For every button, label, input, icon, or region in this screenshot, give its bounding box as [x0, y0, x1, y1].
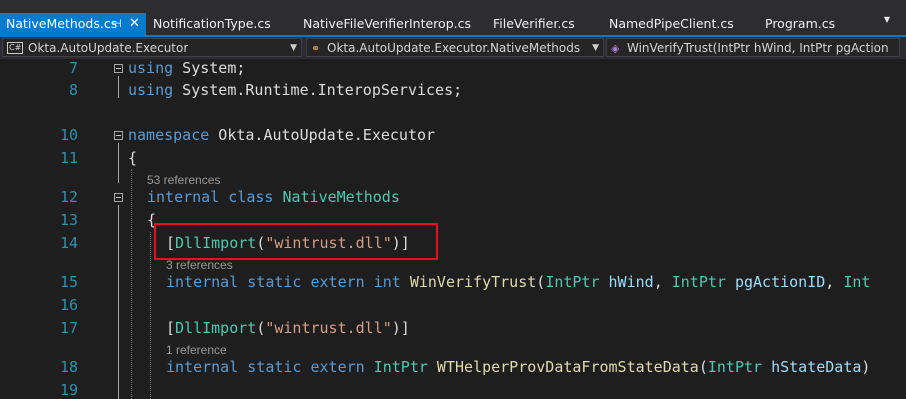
code-text: ,: [653, 273, 672, 291]
type-dropdown-text: Okta.AutoUpdate.Executor.NativeMethods: [327, 41, 581, 55]
collapse-icon[interactable]: [114, 64, 123, 73]
line-number: 13: [59, 211, 78, 229]
tab-overflow-dropdown-icon[interactable]: ▾: [884, 12, 890, 26]
document-tab-strip: NativeMethods.cs ⊣ ✕ NotificationType.cs…: [0, 0, 906, 37]
line-number: 10: [59, 126, 78, 144]
tab-label: NotificationType.cs: [153, 16, 271, 31]
parameter-name: hStateData: [762, 358, 862, 376]
parameter-name: pgActionID: [725, 273, 826, 291]
type-name: IntPtr: [373, 358, 428, 376]
tab-notificationtype[interactable]: NotificationType.cs: [153, 13, 271, 35]
tab-label: NativeFileVerifierInterop.cs: [303, 16, 471, 31]
method-name: WTHelperProvDataFromStateData: [427, 358, 699, 376]
collapse-icon[interactable]: [114, 131, 123, 140]
project-dropdown-text: Okta.AutoUpdate.Executor: [28, 41, 189, 55]
chevron-down-icon: ▼: [592, 43, 599, 53]
codelens-references[interactable]: 53 references: [147, 173, 220, 187]
line-number: 7: [68, 59, 78, 77]
method-name: WinVerifyTrust: [400, 273, 537, 291]
csharp-project-icon: C#: [7, 42, 24, 54]
line-number: 11: [59, 149, 78, 167]
code-line-7: using System;: [128, 59, 245, 77]
string-literal: "wintrust.dll": [265, 319, 392, 337]
tab-label: NativeMethods.cs: [6, 16, 118, 31]
code-line-11: {: [128, 149, 137, 167]
code-text: (: [536, 273, 546, 291]
class-icon: ⚭: [311, 42, 321, 55]
member-dropdown[interactable]: ◈ WinVerifyTrust(IntPtr hWind, IntPtr pg…: [606, 38, 900, 57]
code-text: {: [128, 149, 138, 167]
method-icon: ◈: [611, 42, 620, 55]
line-number: 8: [68, 81, 78, 99]
line-number: 17: [59, 319, 78, 337]
chevron-down-icon: ▼: [290, 43, 297, 53]
indent-guide: [131, 169, 132, 399]
keyword: int: [373, 273, 401, 291]
keyword: using: [128, 81, 174, 99]
type-dropdown[interactable]: ⚭ Okta.AutoUpdate.Executor.NativeMethods…: [306, 38, 604, 57]
code-text: )]: [391, 319, 410, 337]
tab-nativemethods[interactable]: NativeMethods.cs ⊣ ✕: [0, 13, 146, 36]
code-text: (: [698, 358, 708, 376]
code-editor[interactable]: 7 8 10 11 12 13 14 15 16 17 18 19 using …: [0, 59, 906, 399]
code-text: System;: [173, 59, 246, 77]
code-line-15: internal static extern int WinVerifyTrus…: [166, 273, 870, 291]
code-text: System.Runtime.InteropServices;: [173, 81, 463, 99]
keyword: internal static extern: [166, 358, 374, 376]
code-line-17: [DllImport("wintrust.dll")]: [166, 319, 410, 337]
code-line-18: internal static extern IntPtr WTHelperPr…: [166, 358, 870, 376]
keyword: internal static extern: [166, 273, 374, 291]
code-line-12: internal class NativeMethods: [147, 188, 400, 206]
parameter-name: hWind: [599, 273, 654, 291]
keyword: class: [219, 188, 283, 206]
line-number: 14: [59, 234, 78, 252]
code-text: [: [166, 319, 176, 337]
type-name: NativeMethods: [282, 188, 400, 206]
line-number: 15: [59, 273, 78, 291]
keyword: using: [128, 59, 174, 77]
type-name: IntPtr: [545, 273, 600, 291]
code-text: ,: [825, 273, 844, 291]
line-number: 19: [59, 381, 78, 399]
line-number: 18: [59, 358, 78, 376]
keyword: internal: [147, 188, 220, 206]
pin-icon[interactable]: ⊣: [112, 13, 122, 35]
project-dropdown[interactable]: C# Okta.AutoUpdate.Executor ▼: [2, 38, 302, 57]
codelens-references[interactable]: 3 references: [166, 258, 233, 272]
navigation-bar: C# Okta.AutoUpdate.Executor ▼ ⚭ Okta.Aut…: [0, 37, 906, 59]
attribute-name: DllImport: [175, 319, 257, 337]
outline-line: [118, 205, 119, 399]
member-dropdown-text: WinVerifyTrust(IntPtr hWind, IntPtr pgAc…: [627, 41, 889, 55]
code-text: (: [256, 319, 266, 337]
outline-line: [118, 143, 119, 183]
collapse-icon[interactable]: [114, 193, 123, 202]
tab-label: NamedPipeClient.cs: [609, 16, 734, 31]
close-icon[interactable]: ✕: [129, 13, 140, 35]
highlight-box: [154, 223, 438, 260]
type-name: IntPtr: [707, 358, 763, 376]
code-line-8: using System.Runtime.InteropServices;: [128, 81, 462, 99]
tab-nativefileverifierinterop[interactable]: NativeFileVerifierInterop.cs: [303, 13, 471, 35]
outline-line: [118, 76, 119, 98]
tab-label: FileVerifier.cs: [493, 16, 575, 31]
tab-fileverifier[interactable]: FileVerifier.cs: [493, 13, 575, 35]
line-number: 12: [59, 188, 78, 206]
codelens-references[interactable]: 1 reference: [166, 343, 227, 357]
tab-label: Program.cs: [765, 16, 836, 31]
indent-guide: [150, 232, 151, 399]
line-number: 16: [59, 296, 78, 314]
tab-program[interactable]: Program.cs: [765, 13, 835, 35]
code-line-10: namespace Okta.AutoUpdate.Executor: [128, 126, 435, 144]
tab-namedpipeclient[interactable]: NamedPipeClient.cs: [609, 13, 734, 35]
code-text: Okta.AutoUpdate.Executor: [209, 126, 436, 144]
keyword: namespace: [128, 126, 210, 144]
code-text: ): [861, 358, 871, 376]
type-name: IntPtr: [671, 273, 726, 291]
type-name: Int: [843, 273, 871, 291]
